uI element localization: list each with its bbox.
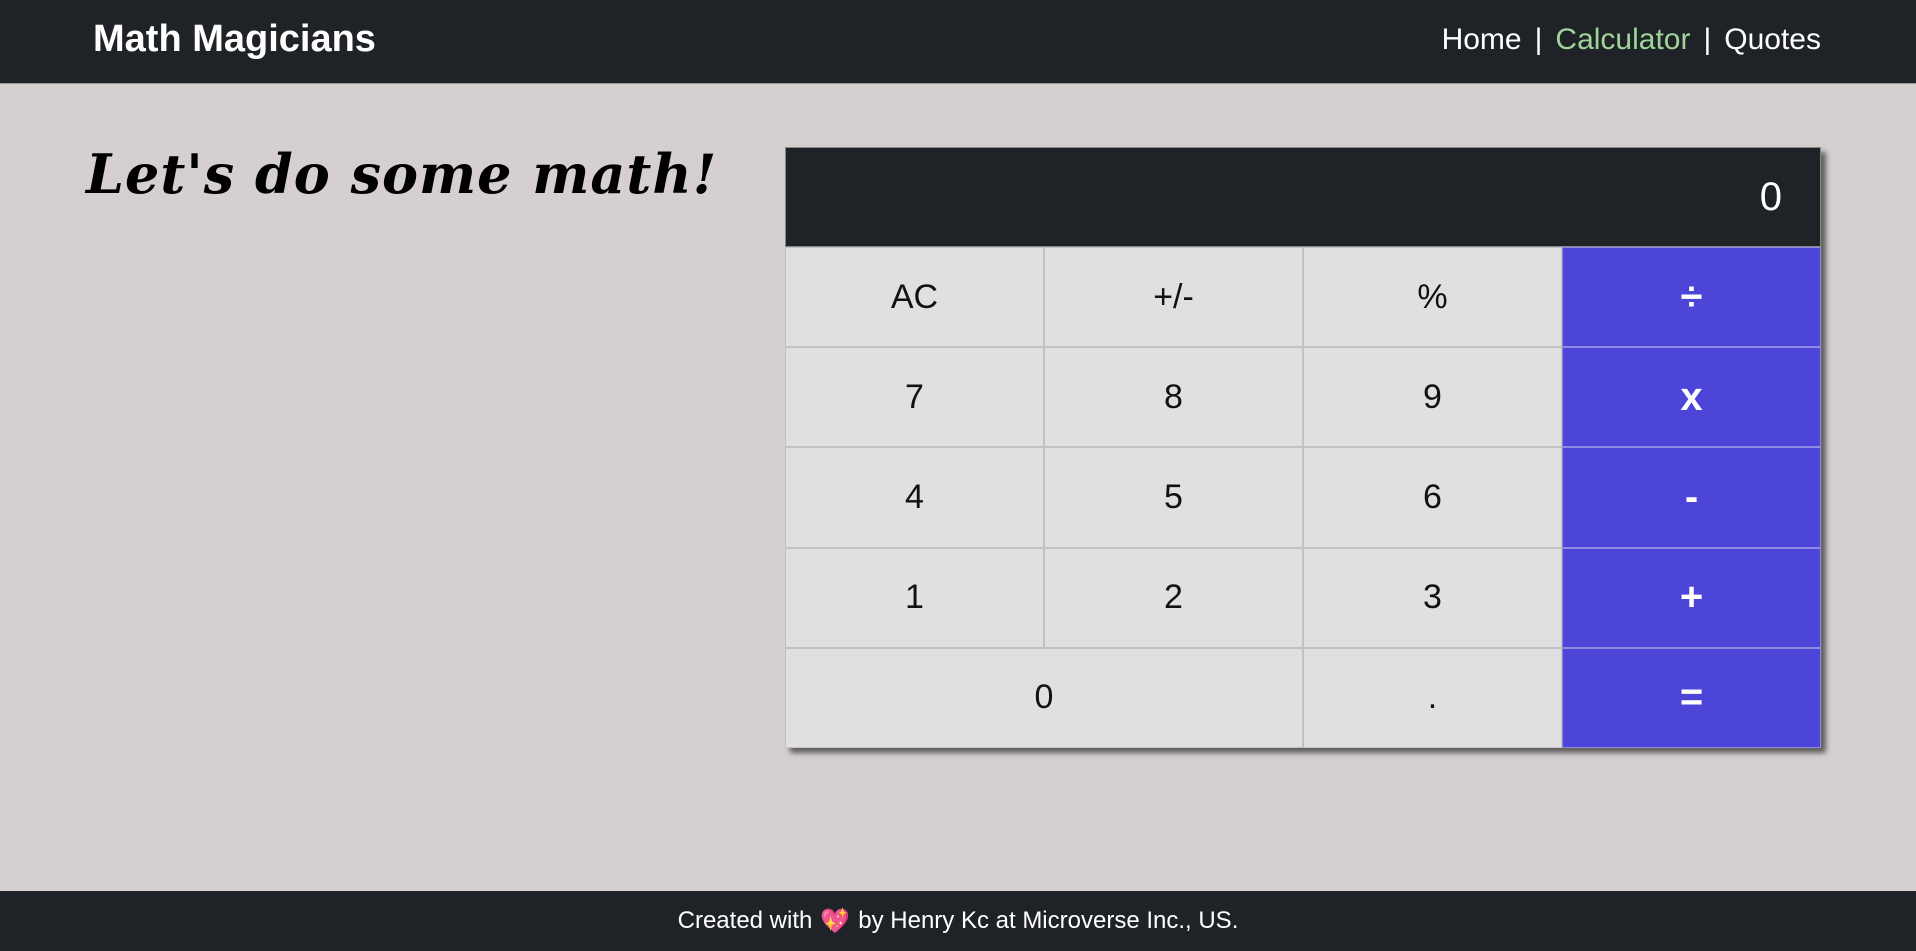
footer-prefix: Created with — [677, 907, 813, 934]
page-heading: Let's do some math! — [86, 142, 718, 206]
key-equals[interactable]: = — [1562, 647, 1821, 748]
footer: Created with 💖 by Henry Kc at Microverse… — [0, 891, 1916, 951]
key-subtract[interactable]: - — [1562, 447, 1821, 548]
navbar: Math Magicians Home | Calculator | Quote… — [0, 0, 1916, 84]
key-6[interactable]: 6 — [1303, 447, 1562, 548]
calculator-keypad: AC +/- % ÷ 7 8 9 x 4 5 6 - 1 2 3 + 0 . = — [785, 247, 1821, 748]
nav-separator: | — [1703, 23, 1712, 56]
nav-separator: | — [1534, 23, 1543, 56]
calculator: 0 AC +/- % ÷ 7 8 9 x 4 5 6 - 1 2 3 + 0 .… — [785, 147, 1821, 748]
calculator-display: 0 — [785, 147, 1821, 247]
key-decimal[interactable]: . — [1303, 647, 1562, 748]
key-5[interactable]: 5 — [1044, 447, 1303, 548]
key-8[interactable]: 8 — [1044, 347, 1303, 448]
key-7[interactable]: 7 — [785, 347, 1044, 448]
key-divide[interactable]: ÷ — [1562, 247, 1821, 348]
key-9[interactable]: 9 — [1303, 347, 1562, 448]
key-all-clear[interactable]: AC — [785, 247, 1044, 348]
sparkling-heart-icon: 💖 — [820, 907, 851, 935]
nav-link-quotes[interactable]: Quotes — [1724, 23, 1821, 57]
key-1[interactable]: 1 — [785, 547, 1044, 648]
nav-link-home[interactable]: Home — [1442, 23, 1522, 57]
key-0[interactable]: 0 — [785, 647, 1303, 748]
key-2[interactable]: 2 — [1044, 547, 1303, 648]
key-4[interactable]: 4 — [785, 447, 1044, 548]
key-multiply[interactable]: x — [1562, 347, 1821, 448]
brand-title: Math Magicians — [93, 18, 376, 60]
key-3[interactable]: 3 — [1303, 547, 1562, 648]
key-add[interactable]: + — [1562, 547, 1821, 648]
nav-links: Home | Calculator | Quotes — [1442, 20, 1821, 60]
footer-credit: by Henry Kc at Microverse Inc., US. — [858, 907, 1239, 934]
key-percent[interactable]: % — [1303, 247, 1562, 348]
nav-link-calculator[interactable]: Calculator — [1555, 23, 1690, 57]
key-toggle-sign[interactable]: +/- — [1044, 247, 1303, 348]
